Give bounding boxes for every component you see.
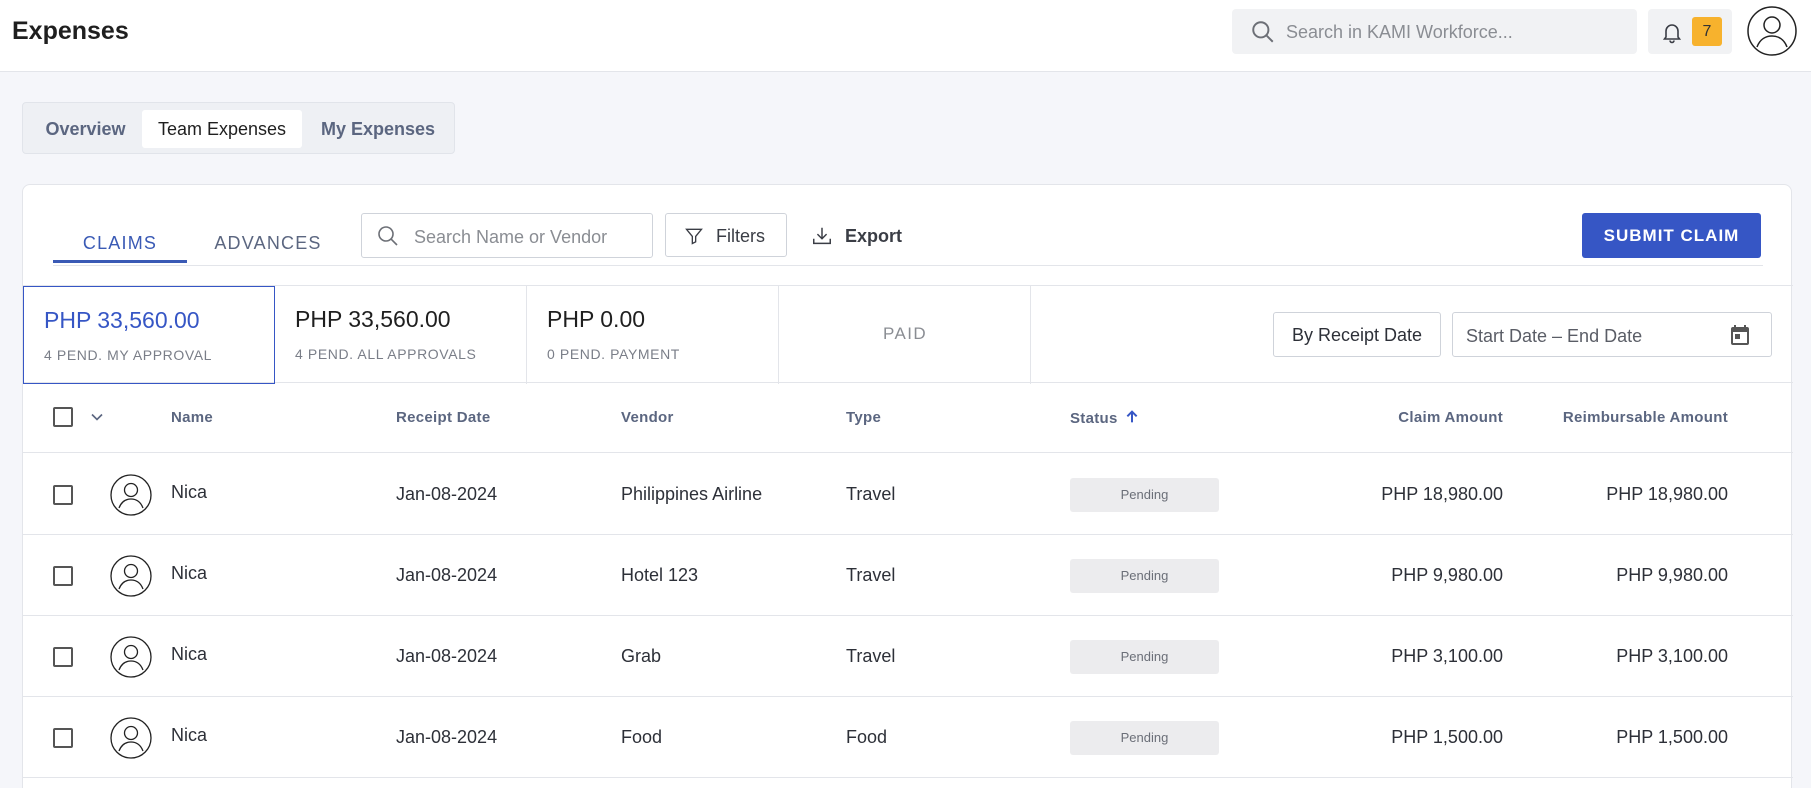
cell-receipt-date: Jan-08-2024 [396,727,498,747]
table-row[interactable]: Nica Jan-08-2024 Food Food Pending PHP 1… [23,697,1793,778]
summary-label: PAID [882,324,928,343]
calendar-icon[interactable] [1728,323,1752,347]
status-badge: Pending [1070,559,1219,593]
page-title: Expenses [12,17,129,45]
cell-receipt-date: Jan-08-2024 [396,646,498,666]
row-checkbox[interactable] [53,566,73,586]
table-row[interactable]: Nica Jan-08-2024 Philippines Airline Tra… [23,454,1793,535]
download-icon [813,227,831,245]
cell-type: Food [846,727,888,747]
column-header-status-label: Status [1070,410,1118,427]
cell-type: Travel [846,646,896,666]
summary-pend-my-approval[interactable]: PHP 33,560.00 4 PEND. MY APPROVAL [23,286,275,384]
cell-type: Travel [846,565,896,585]
summary-paid[interactable]: PAID [779,286,1031,384]
tab-my-expenses[interactable]: My Expenses [306,110,450,148]
date-range-placeholder: Start Date – End Date [1466,326,1643,346]
cell-vendor: Grab [621,646,662,666]
cell-name: Nica [171,563,208,583]
tab-overview[interactable]: Overview [31,110,140,148]
notifications-button[interactable]: 7 [1648,9,1732,54]
subtab-claims[interactable]: CLAIMS [53,223,187,263]
view-tabs: Overview Team Expenses My Expenses [22,102,455,154]
status-badge: Pending [1070,640,1219,674]
search-icon [378,226,398,246]
bell-icon [1662,24,1682,44]
status-badge: Pending [1070,478,1219,512]
claims-search-placeholder: Search Name or Vendor [414,227,608,247]
export-label: Export [845,226,903,246]
table-row[interactable]: Nica Jan-08-2024 Hotel 123 Travel Pendin… [23,535,1793,616]
cell-reimbursable-amount: PHP 1,500.00 [1616,727,1728,747]
column-header-receipt-date[interactable]: Receipt Date [396,409,490,426]
summary-pend-all-approvals[interactable]: PHP 33,560.00 4 PEND. ALL APPROVALS [275,286,527,384]
arrow-up-icon [1126,410,1138,423]
top-header: Expenses Search in KAMI Workforce... 7 [0,0,1811,72]
column-header-status[interactable]: Status [1070,409,1140,427]
table-row[interactable]: Nica Jan-08-2024 Grab Travel Pending PHP… [23,616,1793,697]
summary-label: 4 PEND. ALL APPROVALS [295,346,477,362]
row-checkbox[interactable] [53,485,73,505]
claims-search-input[interactable]: Search Name or Vendor [361,213,653,258]
user-avatar-icon [110,636,152,678]
search-icon [1252,21,1274,43]
user-avatar-icon [110,717,152,759]
cell-reimbursable-amount: PHP 9,980.00 [1616,565,1728,585]
summary-row: PHP 33,560.00 4 PEND. MY APPROVAL PHP 33… [23,285,1793,384]
summary-amount: PHP 0.00 [547,306,646,332]
row-checkbox[interactable] [53,728,73,748]
summary-label: 0 PEND. PAYMENT [547,346,680,362]
subtab-advances[interactable]: ADVANCES [203,223,333,263]
tab-team-expenses[interactable]: Team Expenses [142,110,302,148]
cell-type: Travel [846,484,896,504]
column-header-vendor[interactable]: Vendor [621,409,674,426]
cell-reimbursable-amount: PHP 18,980.00 [1606,484,1728,504]
column-header-reimbursable-amount[interactable]: Reimbursable Amount [1428,409,1728,426]
summary-label: 4 PEND. MY APPROVAL [44,347,213,363]
row-checkbox[interactable] [53,647,73,667]
cell-receipt-date: Jan-08-2024 [396,484,498,504]
summary-amount: PHP 33,560.00 [295,306,451,332]
cell-vendor: Philippines Airline [621,484,763,504]
export-button[interactable]: Export [807,213,917,257]
global-search-placeholder: Search in KAMI Workforce... [1286,22,1513,42]
date-range-picker[interactable]: Start Date – End Date [1452,312,1772,357]
claims-card: CLAIMS ADVANCES Search Name or Vendor Fi… [22,184,1793,788]
subtab-divider [53,265,1763,266]
cell-name: Nica [171,644,208,664]
notification-count-badge: 7 [1692,17,1722,46]
cell-name: Nica [171,482,208,502]
filter-icon [685,228,703,245]
user-avatar-icon [110,474,152,516]
by-receipt-date-button[interactable]: By Receipt Date [1273,312,1441,357]
cell-vendor: Food [621,727,663,747]
column-header-type[interactable]: Type [846,409,881,426]
cell-reimbursable-amount: PHP 3,100.00 [1616,646,1728,666]
select-all-checkbox[interactable] [53,407,73,427]
filters-label: Filters [716,226,765,246]
summary-amount: PHP 33,560.00 [44,307,200,333]
submit-claim-button[interactable]: SUBMIT CLAIM [1582,213,1761,258]
summary-pend-payment[interactable]: PHP 0.00 0 PEND. PAYMENT [527,286,779,384]
filters-button[interactable]: Filters [665,213,787,257]
cell-receipt-date: Jan-08-2024 [396,565,498,585]
user-avatar-icon [110,555,152,597]
table-header: Name Receipt Date Vendor Type Status Cla… [23,383,1793,453]
status-badge: Pending [1070,721,1219,755]
chevron-down-icon[interactable] [87,407,107,427]
global-search-input[interactable]: Search in KAMI Workforce... [1232,9,1637,54]
user-avatar-icon[interactable] [1747,6,1797,56]
cell-vendor: Hotel 123 [621,565,699,585]
column-header-name[interactable]: Name [171,409,213,426]
cell-name: Nica [171,725,208,745]
